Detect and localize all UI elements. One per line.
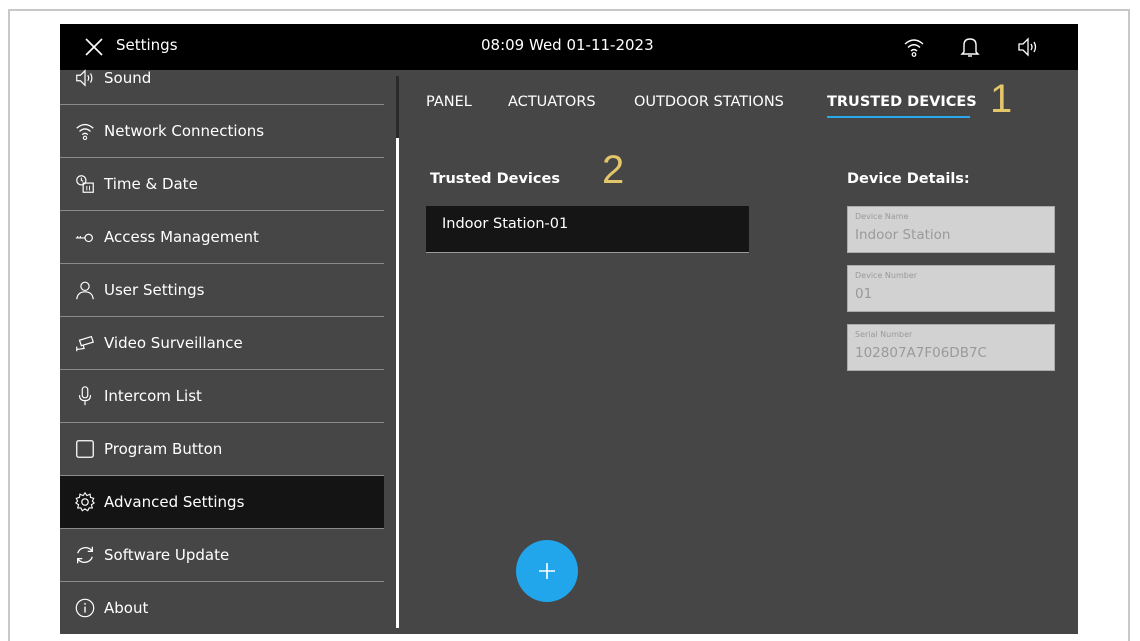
callout-number: 1 — [990, 77, 1013, 121]
list-item[interactable]: Indoor Station-01 — [426, 206, 749, 253]
device-details-title: Device Details: — [847, 171, 970, 187]
sidebar-item-label: Intercom List — [104, 387, 202, 405]
bell-icon[interactable] — [958, 35, 982, 59]
sidebar-item-network-connections[interactable]: Network Connections — [60, 105, 384, 158]
sidebar-item-label: Access Management — [104, 228, 259, 246]
sidebar-item-about[interactable]: About — [60, 582, 384, 634]
field-value: Indoor Station — [855, 227, 951, 243]
tab-panel[interactable]: PANEL — [426, 94, 472, 110]
datetime-display: 08:09 Wed 01-11-2023 — [481, 36, 654, 54]
refresh-icon — [77, 546, 93, 564]
camera-icon — [76, 335, 95, 352]
field-value: 01 — [855, 286, 873, 302]
sidebar-scrollbar-thumb[interactable] — [396, 138, 399, 628]
microphone-icon — [78, 386, 92, 406]
sidebar-item-intercom-list[interactable]: Intercom List — [60, 370, 384, 423]
info-icon — [75, 598, 95, 618]
serial-number-field[interactable]: Serial Number 102807A7F06DB7C — [847, 324, 1055, 371]
field-value: 102807A7F06DB7C — [855, 345, 987, 361]
tab-actuators[interactable]: ACTUATORS — [508, 94, 596, 110]
sidebar-item-label: Time & Date — [104, 175, 198, 193]
sidebar-item-sound[interactable]: Sound — [60, 52, 384, 105]
sidebar-item-user-settings[interactable]: User Settings — [60, 264, 384, 317]
clock-calendar-icon — [76, 175, 94, 193]
device-name-label: Indoor Station-01 — [442, 216, 569, 232]
device-number-field[interactable]: Device Number 01 — [847, 265, 1055, 312]
tab-outdoor-stations[interactable]: OUTDOOR STATIONS — [634, 94, 784, 110]
tab-trusted-devices[interactable]: TRUSTED DEVICES — [827, 94, 977, 110]
add-device-button[interactable] — [516, 540, 578, 602]
speaker-icon — [76, 69, 93, 87]
sidebar-item-program-button[interactable]: Program Button — [60, 423, 384, 476]
field-label: Serial Number — [855, 330, 913, 339]
field-label: Device Name — [855, 212, 909, 221]
callout-number: 2 — [602, 148, 625, 192]
gear-icon — [74, 491, 96, 512]
panel-screen: Settings 08:09 Wed 01-11-2023 Sound Netw… — [60, 24, 1078, 634]
key-icon — [75, 233, 93, 243]
sidebar-item-label: Program Button — [104, 440, 223, 458]
trusted-devices-title: Trusted Devices — [430, 171, 560, 187]
settings-sidebar: Sound Network Connections Time & Date Ac… — [60, 69, 386, 634]
square-button-icon — [76, 440, 94, 458]
sidebar-item-label: Network Connections — [104, 122, 265, 140]
user-icon — [76, 281, 94, 300]
plus-icon — [539, 563, 555, 579]
sidebar-item-label: Sound — [104, 69, 152, 87]
wifi-icon — [904, 39, 924, 57]
sidebar-item-label: Advanced Settings — [104, 493, 245, 511]
active-tab-indicator — [827, 116, 970, 118]
speaker-icon[interactable] — [1016, 35, 1040, 59]
device-name-field[interactable]: Device Name Indoor Station — [847, 206, 1055, 253]
sidebar-item-advanced-settings[interactable]: Advanced Settings — [60, 476, 384, 529]
sidebar-item-time-date[interactable]: Time & Date — [60, 158, 384, 211]
field-label: Device Number — [855, 271, 918, 280]
sidebar-item-access-management[interactable]: Access Management — [60, 211, 384, 264]
sidebar-item-label: About — [104, 599, 149, 617]
wifi-icon — [76, 123, 94, 141]
sidebar-item-software-update[interactable]: Software Update — [60, 529, 384, 582]
sidebar-item-label: User Settings — [104, 281, 205, 299]
sidebar-item-label: Video Surveillance — [104, 334, 243, 352]
sidebar-item-video-surveillance[interactable]: Video Surveillance — [60, 317, 384, 370]
sidebar-item-label: Software Update — [104, 546, 230, 564]
